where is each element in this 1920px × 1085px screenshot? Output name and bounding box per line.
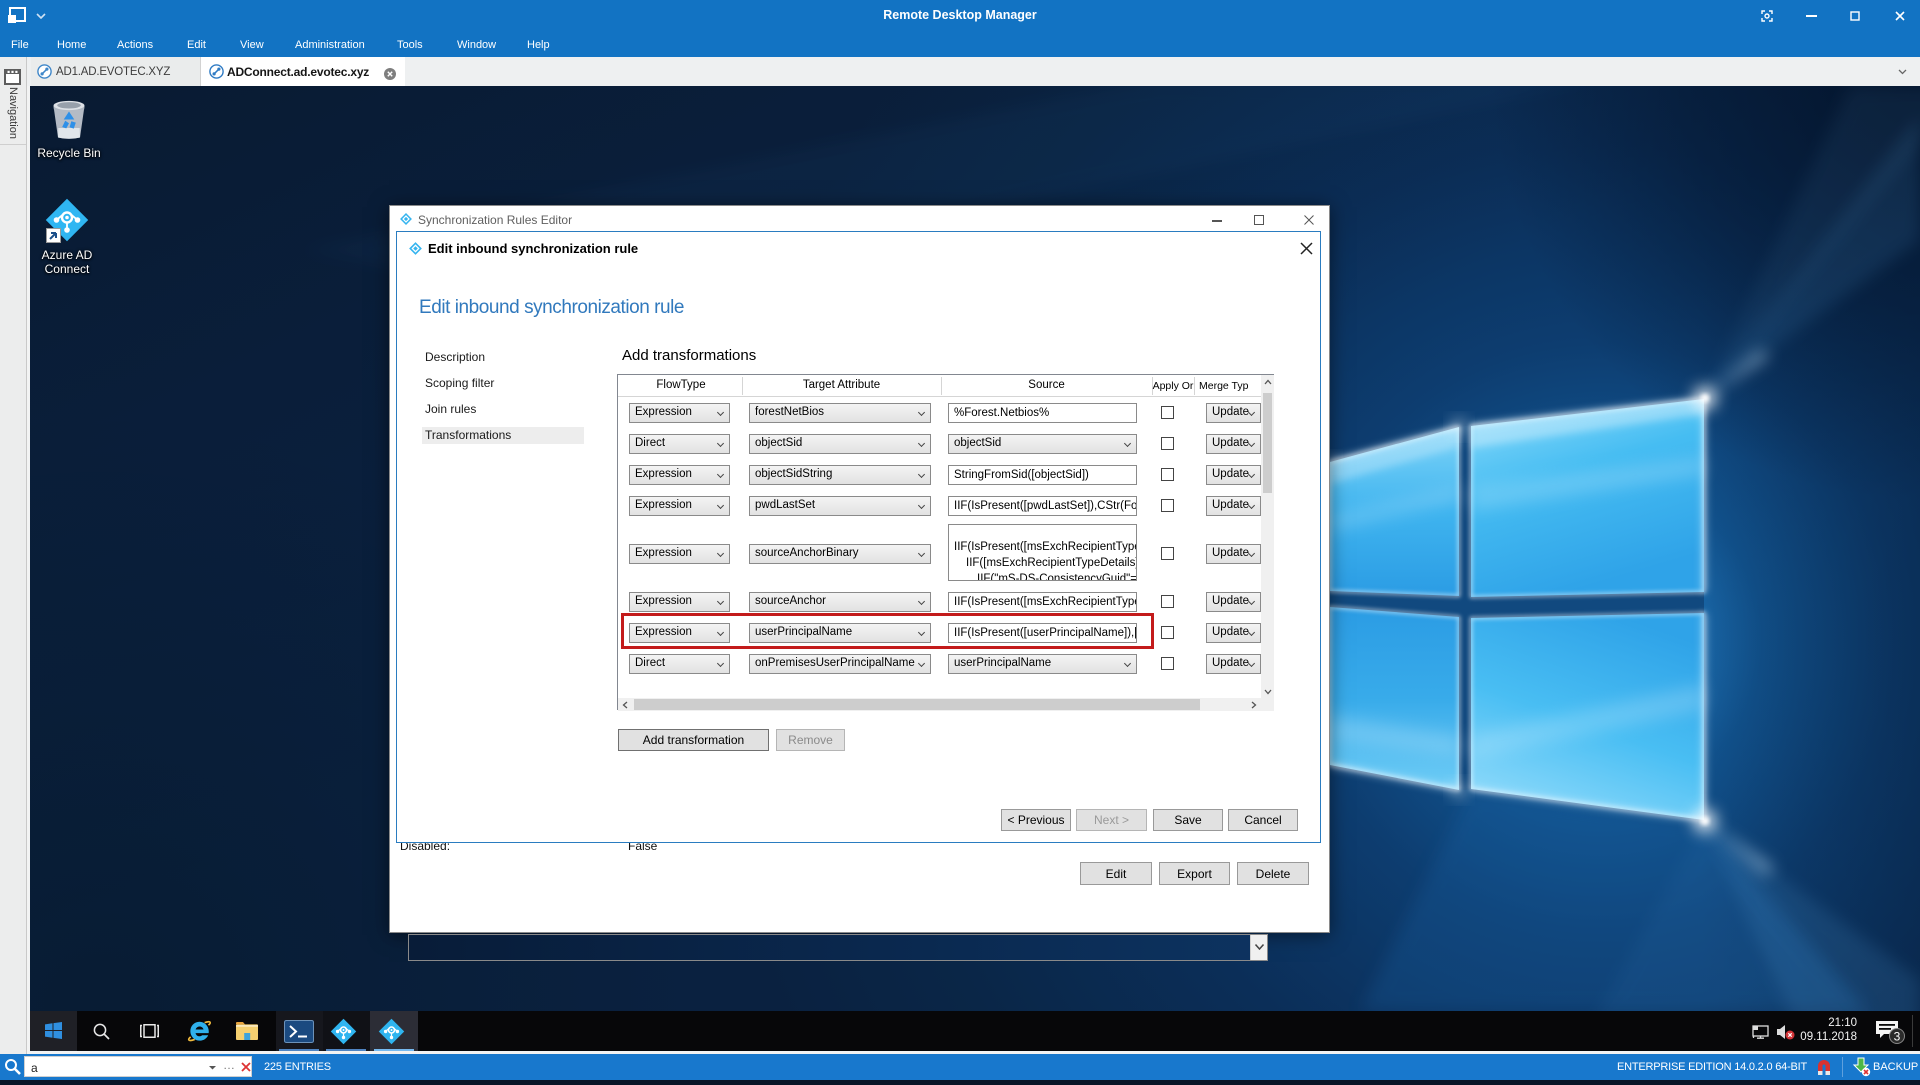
svg-text:3: 3 xyxy=(1894,1030,1901,1044)
